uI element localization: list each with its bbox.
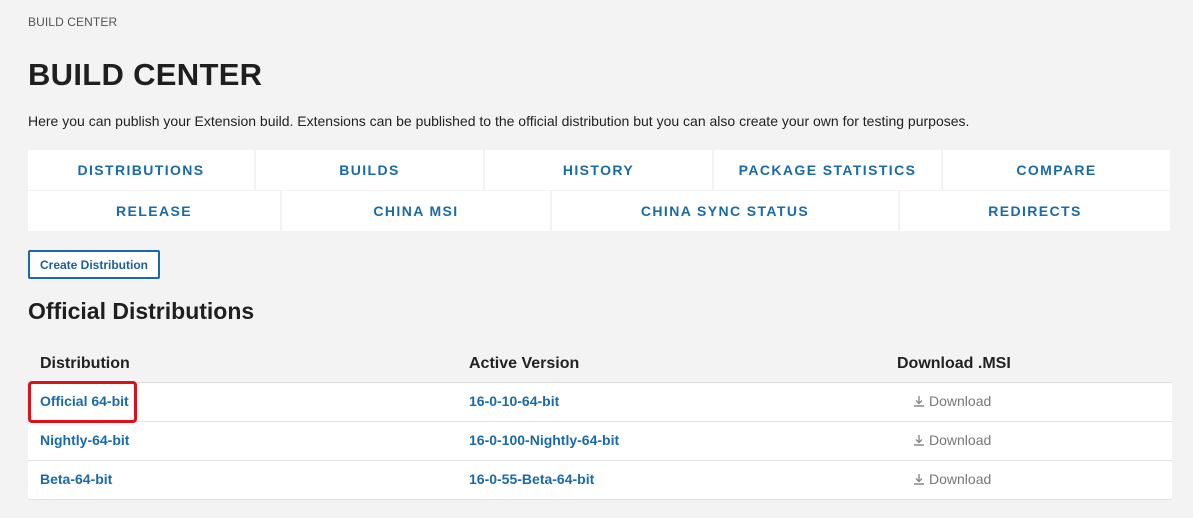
breadcrumb: BUILD CENTER	[28, 15, 118, 29]
tab-history[interactable]: HISTORY	[485, 150, 712, 190]
tab-package-statistics[interactable]: PACKAGE STATISTICS	[714, 150, 941, 190]
page-title: BUILD CENTER	[28, 57, 263, 92]
download-label: Download	[929, 431, 992, 448]
download-icon	[914, 434, 924, 446]
header-active-version: Active Version	[469, 354, 580, 372]
tab-builds[interactable]: BUILDS	[256, 150, 483, 190]
tab-distributions[interactable]: DISTRIBUTIONS	[28, 150, 254, 190]
download-label: Download	[929, 392, 992, 409]
nav-row-2: RELEASE CHINA MSI CHINA SYNC STATUS REDI…	[28, 191, 1170, 231]
tab-china-msi[interactable]: CHINA MSI	[282, 191, 550, 231]
table-row: Nightly-64-bit 16-0-100-Nightly-64-bit D…	[28, 422, 1172, 461]
version-link[interactable]: 16-0-100-Nightly-64-bit	[469, 432, 619, 448]
download-link[interactable]: Download	[913, 393, 991, 409]
distribution-link[interactable]: Beta-64-bit	[40, 471, 112, 487]
tab-compare[interactable]: COMPARE	[943, 150, 1170, 190]
download-icon	[914, 395, 924, 407]
download-icon	[914, 473, 924, 485]
distribution-link[interactable]: Official 64-bit	[40, 393, 129, 409]
build-center-nav: DISTRIBUTIONS BUILDS HISTORY PACKAGE STA…	[28, 150, 1170, 232]
download-link[interactable]: Download	[913, 471, 991, 487]
tab-china-sync-status[interactable]: CHINA SYNC STATUS	[552, 191, 898, 231]
header-download-msi: Download .MSI	[897, 354, 1011, 372]
table-header: Distribution Active Version Download .MS…	[28, 345, 1172, 383]
section-title: Official Distributions	[28, 298, 255, 324]
distributions-table: Distribution Active Version Download .MS…	[28, 345, 1172, 500]
table-row: Beta-64-bit 16-0-55-Beta-64-bit Download	[28, 461, 1172, 500]
version-link[interactable]: 16-0-10-64-bit	[469, 393, 559, 409]
download-label: Download	[929, 470, 992, 487]
nav-row-1: DISTRIBUTIONS BUILDS HISTORY PACKAGE STA…	[28, 150, 1170, 190]
create-distribution-button[interactable]: Create Distribution	[28, 250, 160, 279]
tab-release[interactable]: RELEASE	[28, 191, 280, 231]
table-row: Official 64-bit 16-0-10-64-bit Download	[28, 383, 1172, 422]
page-description: Here you can publish your Extension buil…	[28, 113, 970, 129]
download-link[interactable]: Download	[913, 432, 991, 448]
distribution-link[interactable]: Nightly-64-bit	[40, 432, 129, 448]
header-distribution: Distribution	[40, 354, 130, 372]
tab-redirects[interactable]: REDIRECTS	[900, 191, 1170, 231]
version-link[interactable]: 16-0-55-Beta-64-bit	[469, 471, 594, 487]
